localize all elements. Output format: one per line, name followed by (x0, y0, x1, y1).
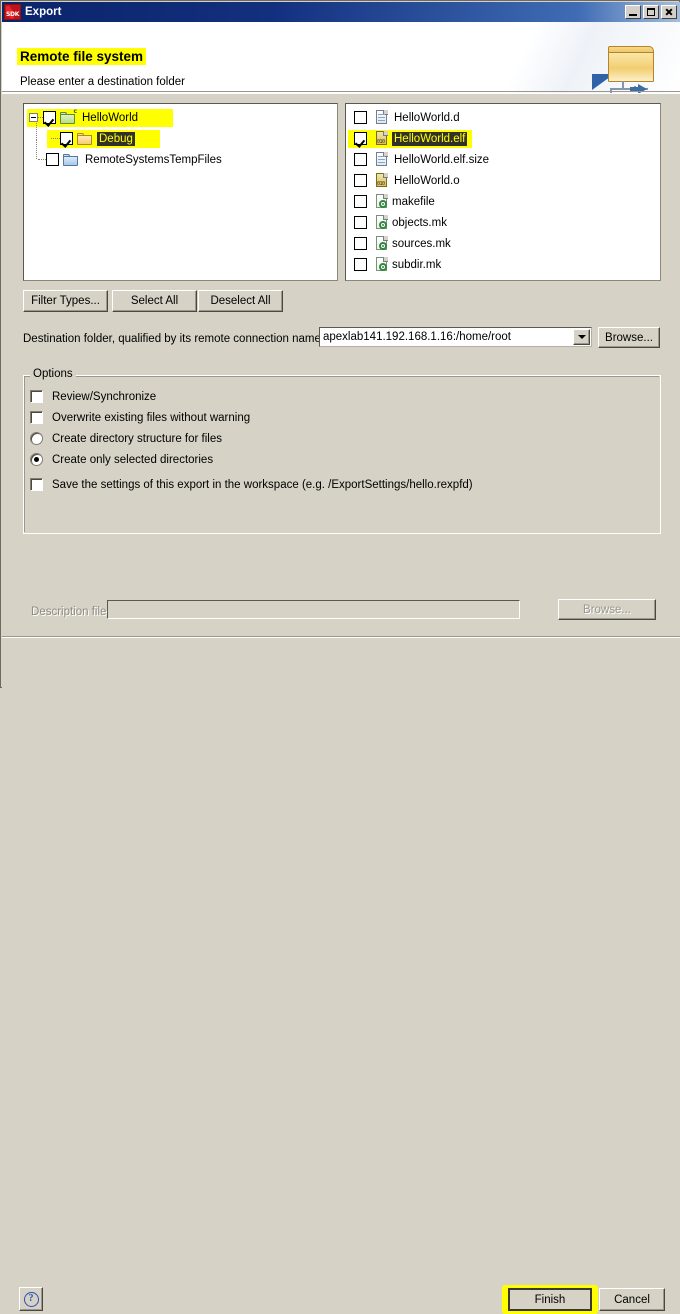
option-checkbox[interactable] (30, 478, 43, 491)
filter-types-button[interactable]: Filter Types... (23, 290, 108, 312)
sdk-app-icon: SDK (4, 4, 21, 20)
list-item[interactable]: objects.mk (354, 212, 660, 233)
option-checkbox[interactable] (30, 411, 43, 424)
close-icon[interactable] (661, 5, 677, 19)
folder-icon-orange (77, 132, 93, 145)
binary-file-icon: 010 (375, 131, 389, 146)
options-group-title: Options (30, 368, 76, 380)
tree-checkbox[interactable] (43, 111, 56, 124)
tree-item-debug[interactable]: Debug (24, 118, 337, 149)
makefile-icon (375, 215, 389, 230)
binary-file-icon: 010 (375, 173, 389, 188)
option-radio[interactable] (30, 432, 43, 445)
list-item[interactable]: sources.mk (354, 233, 660, 254)
export-dialog-window: SDK Export Remote file system Please ent… (0, 0, 680, 1314)
browse-description-button: Browse... (558, 599, 656, 620)
file-label: makefile (392, 195, 435, 208)
page-title: Remote file system (17, 48, 147, 65)
chevron-down-icon[interactable] (573, 329, 590, 345)
description-file-input (107, 600, 520, 619)
list-item[interactable]: subdir.mk (354, 254, 660, 275)
option-label: Save the settings of this export in the … (52, 478, 473, 491)
minimize-icon[interactable] (625, 5, 641, 19)
file-label: sources.mk (392, 237, 451, 250)
tree-item-helloworld[interactable]: c HelloWorld (24, 107, 337, 128)
window-title: Export (25, 6, 62, 18)
option-save-settings[interactable]: Save the settings of this export in the … (30, 478, 473, 491)
file-checkbox[interactable] (354, 258, 367, 271)
file-label: HelloWorld.o (394, 174, 460, 187)
file-checkbox[interactable] (354, 216, 367, 229)
file-checkbox[interactable] (354, 132, 367, 145)
list-item[interactable]: 010 HelloWorld.elf (348, 128, 660, 149)
footer-help-button[interactable]: ? (19, 1287, 43, 1311)
option-label: Review/Synchronize (52, 390, 157, 403)
file-label: subdir.mk (392, 258, 442, 271)
tree-item-label: HelloWorld (82, 111, 139, 124)
cancel-button[interactable]: Cancel (599, 1288, 665, 1311)
finish-button[interactable]: Finish (508, 1288, 592, 1311)
tree-item-label: Debug (97, 131, 135, 146)
option-overwrite-existing[interactable]: Overwrite existing files without warning (30, 411, 250, 424)
file-checkbox[interactable] (354, 237, 367, 250)
description-file-label: Description file: (31, 606, 110, 618)
file-checkbox[interactable] (354, 174, 367, 187)
option-review-synchronize[interactable]: Review/Synchronize (30, 390, 156, 403)
browse-destination-button[interactable]: Browse... (598, 327, 660, 348)
destination-folder-value: apexlab141.192.168.1.16:/home/root (323, 331, 511, 343)
file-checkbox[interactable] (354, 111, 367, 124)
option-checkbox[interactable] (30, 390, 43, 403)
option-radio[interactable] (30, 453, 43, 466)
option-label: Create directory structure for files (52, 432, 223, 445)
banner-divider (2, 91, 680, 92)
tree-expander-icon[interactable] (29, 113, 38, 122)
file-label: HelloWorld.d (394, 111, 460, 124)
folder-tree-panel[interactable]: c HelloWorld Debug RemoteSystemsTempFile… (23, 103, 338, 281)
maximize-icon[interactable] (643, 5, 659, 19)
file-label: HelloWorld.elf.size (394, 153, 490, 166)
makefile-icon (375, 194, 389, 209)
list-item[interactable]: makefile (354, 191, 660, 212)
dialog-body: c HelloWorld Debug RemoteSystemsTempFile… (2, 94, 680, 670)
dialog-footer: ? Finish Cancel (2, 638, 680, 1314)
window-controls (625, 5, 680, 19)
list-item[interactable]: HelloWorld.elf.size (354, 149, 660, 170)
destination-folder-combobox[interactable]: apexlab141.192.168.1.16:/home/root (319, 327, 592, 347)
document-icon (375, 152, 389, 167)
folder-icon-blue (63, 153, 79, 166)
list-item[interactable]: HelloWorld.d (354, 107, 660, 128)
file-checkbox[interactable] (354, 153, 367, 166)
makefile-icon (375, 236, 389, 251)
file-label: objects.mk (392, 216, 447, 229)
option-create-directory-structure[interactable]: Create directory structure for files (30, 432, 222, 445)
export-folder-network-icon (590, 44, 658, 94)
folder-icon-green: c (60, 109, 77, 124)
tree-checkbox[interactable] (46, 153, 59, 166)
question-mark-icon: ? (23, 1291, 39, 1307)
destination-folder-label: Destination folder, qualified by its rem… (23, 333, 325, 345)
tree-item-remotesystemstempfiles[interactable]: RemoteSystemsTempFiles (24, 139, 337, 170)
page-subtitle: Please enter a destination folder (20, 76, 185, 88)
makefile-icon (375, 257, 389, 272)
file-checkbox[interactable] (354, 195, 367, 208)
select-all-button[interactable]: Select All (112, 290, 197, 312)
wizard-banner: Remote file system Please enter a destin… (2, 22, 680, 94)
option-label: Create only selected directories (52, 453, 214, 466)
title-bar: SDK Export (2, 2, 680, 22)
file-list-panel[interactable]: HelloWorld.d 010 HelloWorld.elf HelloWor… (345, 103, 661, 281)
list-item[interactable]: 010 HelloWorld.o (354, 170, 660, 191)
option-label: Overwrite existing files without warning (52, 411, 251, 424)
tree-item-label: RemoteSystemsTempFiles (85, 153, 222, 166)
option-create-only-selected[interactable]: Create only selected directories (30, 453, 213, 466)
file-label: HelloWorld.elf (392, 131, 468, 146)
document-icon (375, 110, 389, 125)
deselect-all-button[interactable]: Deselect All (198, 290, 283, 312)
tree-checkbox[interactable] (60, 132, 73, 145)
